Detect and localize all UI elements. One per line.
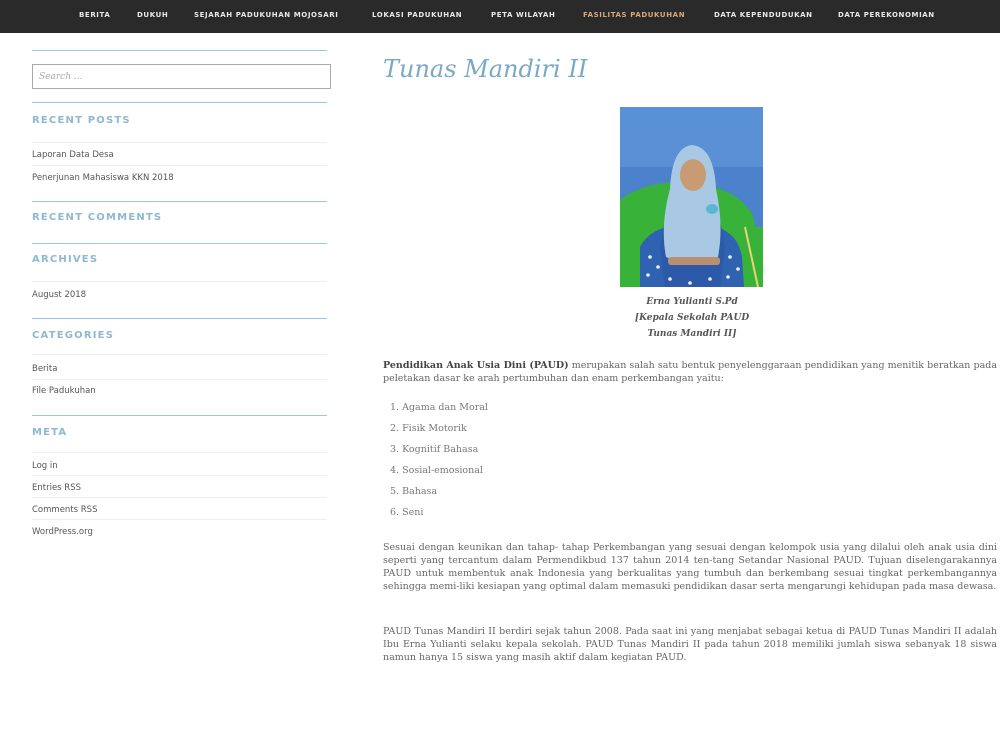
list-item: 6. Seni — [390, 507, 424, 518]
divider — [32, 519, 327, 520]
list-item: 4. Sosial-emosional — [390, 465, 483, 476]
caption-school: Tunas Mandiri II] — [647, 329, 737, 339]
archive-link[interactable]: August 2018 — [32, 290, 86, 300]
archives-title: ARCHIVES — [32, 254, 99, 265]
divider — [32, 201, 327, 202]
recent-post-link[interactable]: Penerjunan Mahasiswa KKN 2018 — [32, 173, 174, 183]
meta-link-comments-rss[interactable]: Comments RSS — [32, 505, 97, 515]
caption-role: [Kepala Sekolah PAUD — [634, 313, 750, 323]
divider — [32, 50, 327, 51]
photo-caption: Erna Yulianti S.Pd [Kepala Sekolah PAUD … — [583, 294, 801, 342]
divider — [32, 452, 327, 453]
portrait-illustration — [620, 107, 763, 287]
recent-post-link[interactable]: Laporan Data Desa — [32, 150, 114, 160]
divider — [32, 318, 327, 319]
meta-link-entries-rss[interactable]: Entries RSS — [32, 483, 81, 493]
nav-item-dukuh[interactable]: DUKUH — [137, 11, 168, 19]
nav-item-sejarah[interactable]: SEJARAH PADUKUHAN MOJOSARI — [194, 11, 338, 19]
portrait-photo — [620, 107, 763, 287]
top-navigation: BERITA DUKUH SEJARAH PADUKUHAN MOJOSARI … — [0, 0, 1000, 33]
meta-link-login[interactable]: Log in — [32, 461, 58, 471]
nav-item-peta[interactable]: PETA WILAYAH — [491, 11, 555, 19]
list-item: 1. Agama dan Moral — [390, 402, 488, 413]
nav-item-berita[interactable]: BERITA — [79, 11, 110, 19]
nav-item-lokasi[interactable]: LOKASI PADUKUHAN — [372, 11, 462, 19]
categories-title: CATEGORIES — [32, 330, 115, 341]
meta-title: META — [32, 427, 68, 438]
divider — [32, 165, 327, 166]
nav-item-kependudukan[interactable]: DATA KEPENDUDUKAN — [714, 11, 813, 19]
divider — [32, 243, 327, 244]
divider — [32, 379, 327, 380]
list-item: 2. Fisik Motorik — [390, 423, 467, 434]
list-item: 5. Bahasa — [390, 486, 438, 497]
divider — [32, 354, 327, 355]
divider — [32, 415, 327, 416]
nav-menu: BERITA DUKUH SEJARAH PADUKUHAN MOJOSARI … — [0, 0, 1000, 33]
recent-comments-title: RECENT COMMENTS — [32, 212, 163, 223]
recent-posts-title: RECENT POSTS — [32, 115, 131, 126]
category-link[interactable]: File Padukuhan — [32, 386, 96, 396]
paragraph-2: Sesuai dengan keunikan dan tahap- tahap … — [383, 542, 997, 592]
search-input[interactable] — [32, 64, 331, 89]
list-item: 3. Kognitif Bahasa — [390, 444, 479, 455]
meta-link-wordpress[interactable]: WordPress.org — [32, 527, 93, 537]
nav-item-perekonomian[interactable]: DATA PEREKONOMIAN — [838, 11, 935, 19]
divider — [32, 475, 327, 476]
nav-item-fasilitas[interactable]: FASILITAS PADUKUHAN — [583, 11, 685, 19]
paragraph-3: PAUD Tunas Mandiri II berdiri sejak tahu… — [383, 626, 997, 663]
divider — [32, 497, 327, 498]
intro-paragraph: Pendidikan Anak Usia Dini (PAUD) merupak… — [383, 359, 997, 385]
divider — [32, 142, 327, 143]
intro-bold: Pendidikan Anak Usia Dini (PAUD) — [383, 360, 569, 371]
caption-name: Erna Yulianti S.Pd — [646, 297, 738, 307]
divider — [32, 281, 327, 282]
divider — [32, 102, 327, 103]
post-title: Tunas Mandiri II — [383, 55, 588, 83]
category-link[interactable]: Berita — [32, 364, 57, 374]
